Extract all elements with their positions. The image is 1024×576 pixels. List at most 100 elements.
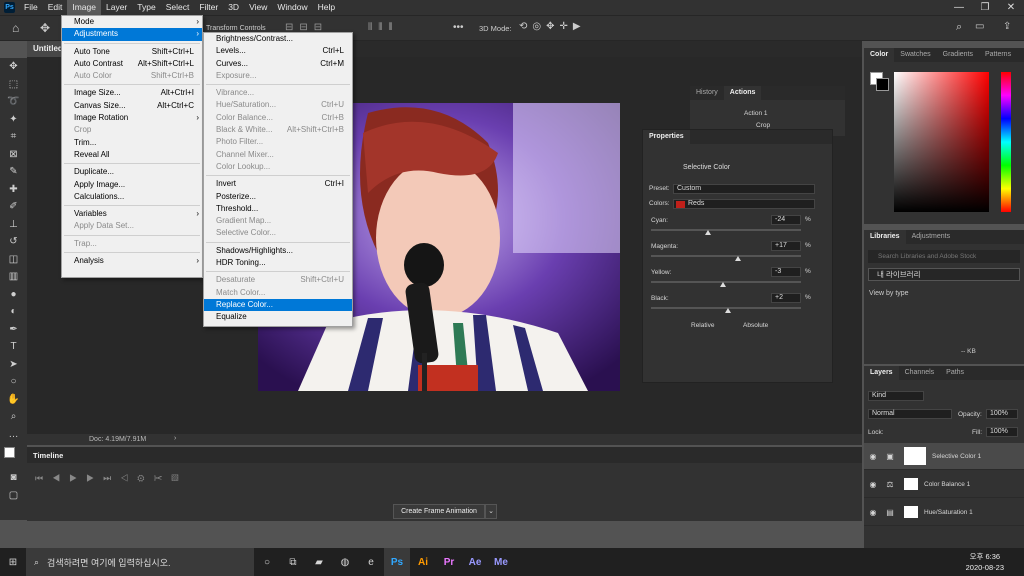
distribute-icons[interactable]: ⫴⫴⫴ (368, 22, 399, 33)
healing-icon[interactable]: ✚ (0, 181, 27, 199)
layer-mask-thumb[interactable] (904, 447, 926, 465)
tab-actions[interactable]: Actions (723, 86, 762, 100)
more-options-icon[interactable]: ••• (453, 22, 464, 33)
absolute-radio[interactable]: Absolute (743, 322, 768, 329)
dodge-icon[interactable]: ◐ (0, 303, 27, 321)
menu-item-calculations[interactable]: Calculations... (62, 191, 202, 203)
lasso-icon[interactable]: ➰ (0, 93, 27, 111)
tab-properties[interactable]: Properties (643, 130, 690, 144)
layer-name[interactable]: Hue/Saturation 1 (924, 509, 973, 516)
home-icon[interactable]: ⌂ (12, 21, 19, 35)
tab-layers[interactable]: Layers (864, 366, 899, 380)
library-search-input[interactable]: Search Libraries and Adobe Stock (868, 250, 1020, 263)
slider-value-input[interactable]: -24 (771, 215, 801, 225)
colors-select[interactable]: Reds (673, 199, 815, 209)
tab-adjustments[interactable]: Adjustments (906, 230, 957, 244)
slider-value-input[interactable]: -3 (771, 267, 801, 277)
layer-row[interactable]: ◉ ⚖ Color Balance 1 (864, 471, 1024, 498)
move-tool-icon[interactable]: ✥ (40, 21, 50, 35)
quick-mask-icon[interactable]: ◙ (0, 469, 27, 487)
menu-item-trim[interactable]: Trim... (62, 137, 202, 149)
layer-row[interactable]: ◉ ▣ Selective Color 1 (864, 443, 1024, 470)
menu-type[interactable]: Type (132, 0, 160, 15)
path-select-icon[interactable]: ➤ (0, 356, 27, 374)
menu-item-hdr-toning[interactable]: HDR Toning... (204, 257, 352, 269)
premiere-taskbar-icon[interactable]: Pr (436, 548, 462, 576)
hue-slider[interactable] (1001, 72, 1011, 212)
menu-item-posterize[interactable]: Posterize... (204, 191, 352, 203)
menu-item-apply-image[interactable]: Apply Image... (62, 179, 202, 191)
menu-item-adjustments[interactable]: Adjustments › (62, 28, 202, 41)
status-arrow-icon[interactable]: › (174, 435, 176, 442)
layer-mask-thumb[interactable] (904, 478, 918, 490)
slider-thumb[interactable] (724, 308, 731, 313)
menu-layer[interactable]: Layer (101, 0, 132, 15)
layer-name[interactable]: Color Balance 1 (924, 481, 970, 488)
stamp-icon[interactable]: ⊥ (0, 216, 27, 234)
layer-name[interactable]: Selective Color 1 (932, 453, 981, 460)
menu-item-auto-tone[interactable]: Auto Tone Shift+Ctrl+L (62, 46, 202, 58)
menu-item-canvas-size[interactable]: Canvas Size... Alt+Ctrl+C (62, 100, 202, 112)
preset-select[interactable]: Custom (673, 184, 815, 194)
menu-item-levels[interactable]: Levels... Ctrl+L (204, 45, 352, 57)
eyedropper-icon[interactable]: ✎ (0, 163, 27, 181)
opacity-input[interactable]: 100% (986, 409, 1018, 419)
visibility-icon[interactable]: ◉ (864, 508, 882, 517)
3d-mode-icons[interactable]: ⟲◎✥✛▶ (519, 21, 586, 32)
chrome-icon[interactable]: ◍ (332, 548, 358, 576)
playback-controls-icon[interactable]: ⏮◀▶▶⏭◁⚙✂▨ (35, 473, 187, 484)
photoshop-taskbar-icon[interactable]: Ps (384, 548, 410, 576)
fill-input[interactable]: 100% (986, 427, 1018, 437)
slider-thumb[interactable] (720, 282, 726, 287)
menu-image[interactable]: Image (67, 0, 101, 15)
tab-gradients[interactable]: Gradients (937, 48, 979, 62)
menu-select[interactable]: Select (161, 0, 195, 15)
tab-history[interactable]: History (690, 86, 724, 100)
move-icon[interactable]: ✥ (0, 58, 27, 76)
slider-track[interactable] (651, 281, 801, 283)
foreground-color[interactable] (4, 447, 15, 458)
marquee-icon[interactable]: ⬚ (0, 76, 27, 94)
menu-edit[interactable]: Edit (43, 0, 68, 15)
menu-item-reveal-all[interactable]: Reveal All (62, 149, 202, 161)
menu-item-image-rotation[interactable]: Image Rotation › (62, 112, 202, 124)
blend-mode-select[interactable]: Normal (868, 409, 952, 419)
windows-start-icon[interactable]: ⊞ (0, 548, 26, 576)
cortana-icon[interactable]: ○ (254, 548, 280, 576)
workspace-icon[interactable]: ▭ (975, 21, 984, 32)
menu-item-brightness-contrast[interactable]: Brightness/Contrast... (204, 33, 352, 45)
menu-item-equalize[interactable]: Equalize (204, 311, 352, 323)
visibility-icon[interactable]: ◉ (864, 480, 882, 489)
slider-track[interactable] (651, 255, 801, 257)
relative-radio[interactable]: Relative (691, 322, 714, 329)
tab-channels[interactable]: Channels (899, 366, 941, 380)
create-frame-animation-button[interactable]: Create Frame Animation (393, 504, 485, 519)
menu-item-image-size[interactable]: Image Size... Alt+Ctrl+I (62, 87, 202, 99)
menu-3d[interactable]: 3D (223, 0, 244, 15)
screen-mode-icon[interactable]: ▢ (0, 487, 27, 505)
brush-icon[interactable]: ✐ (0, 198, 27, 216)
close-button[interactable]: ✕ (998, 2, 1024, 13)
menu-item-duplicate[interactable]: Duplicate... (62, 166, 202, 178)
clock[interactable]: 오후 6:36 2020-08-23 (966, 551, 1024, 573)
after-effects-taskbar-icon[interactable]: Ae (462, 548, 488, 576)
search-icon[interactable]: ⌕ (956, 21, 962, 34)
taskbar-search[interactable]: ⌕ 검색하려면 여기에 입력하십시오. (26, 548, 254, 576)
slider-track[interactable] (651, 229, 801, 231)
slider-thumb[interactable] (735, 256, 741, 261)
action-item[interactable]: Crop (756, 122, 770, 129)
view-by-type[interactable]: View by type (869, 290, 909, 297)
menu-item-mode[interactable]: Mode › (62, 16, 202, 28)
slider-value-input[interactable]: +17 (771, 241, 801, 251)
tab-libraries[interactable]: Libraries (864, 230, 906, 244)
illustrator-taskbar-icon[interactable]: Ai (410, 548, 436, 576)
share-icon[interactable]: ⇪ (1003, 21, 1011, 32)
file-explorer-icon[interactable]: ▰ (306, 548, 332, 576)
chevron-down-icon[interactable]: ⌄ (485, 504, 497, 519)
zoom-icon[interactable]: ⌕ (0, 408, 27, 426)
layer-row[interactable]: ◉ ▤ Hue/Saturation 1 (864, 499, 1024, 526)
menu-item-invert[interactable]: Invert Ctrl+I (204, 178, 352, 190)
menu-help[interactable]: Help (313, 0, 340, 15)
layer-mask-thumb[interactable] (904, 506, 918, 518)
eraser-icon[interactable]: ◫ (0, 251, 27, 269)
